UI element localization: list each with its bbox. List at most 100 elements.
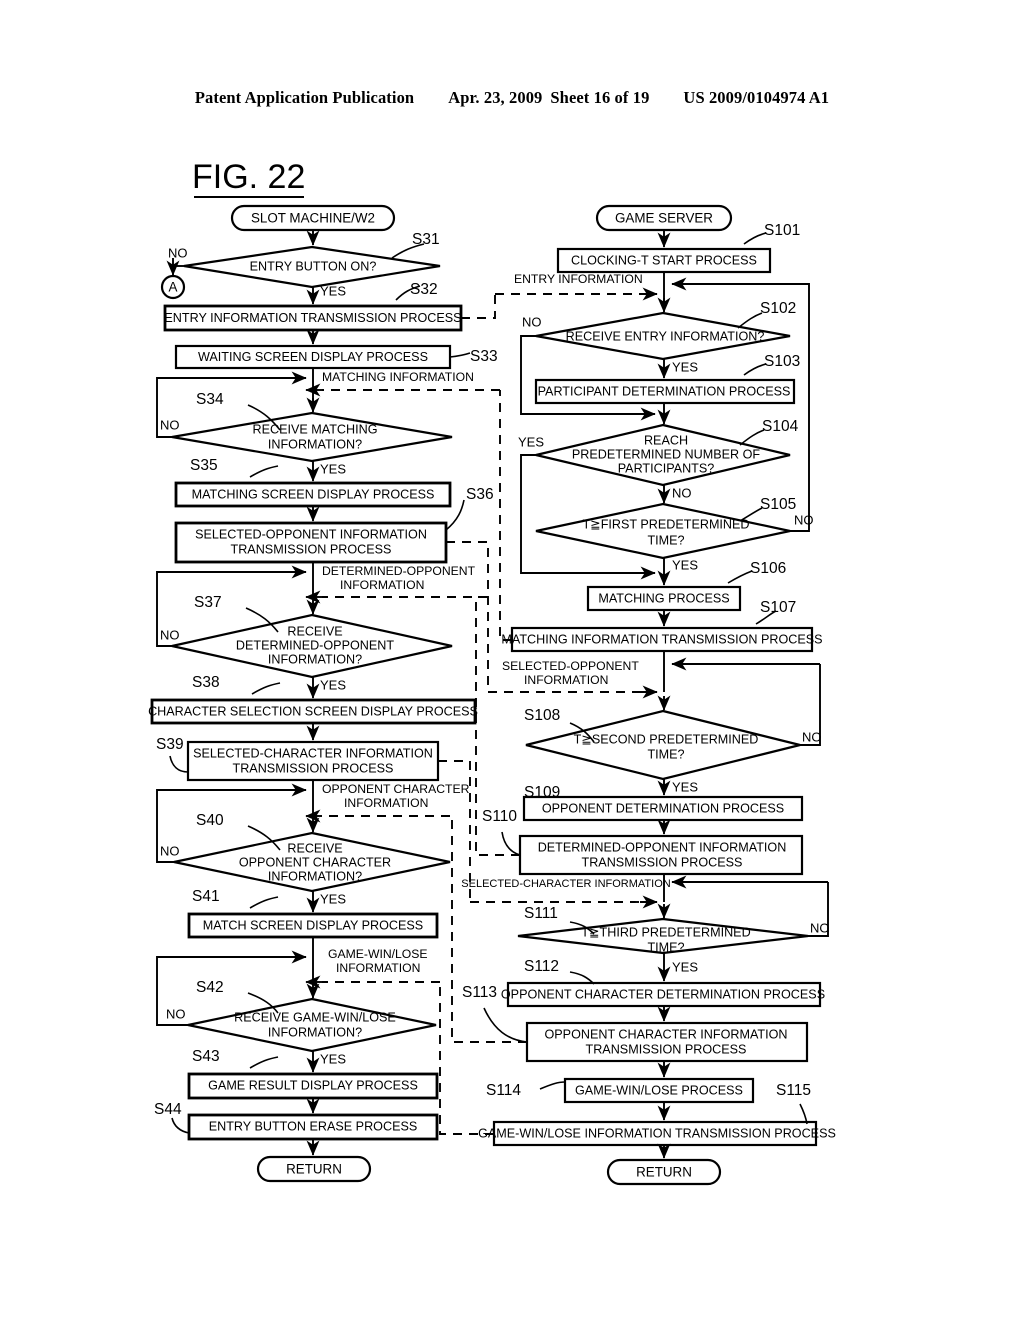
decision-s37-no-label: NO [160,627,180,642]
decision-s37-label-l1: RECEIVE [287,624,342,638]
step-id-s111: S111 [524,905,558,922]
process-s43-label: GAME RESULT DISPLAY PROCESS [208,1078,418,1092]
step-id-s36: S36 [466,486,494,503]
decision-s104-yes-label: YES [518,434,544,449]
step-id-s106: S106 [750,560,786,577]
left-return-label: RETURN [286,1162,342,1177]
step-id-s103: S103 [764,353,800,370]
decision-s31-no-label: NO [168,245,188,260]
dashed-opponent-character-information [450,815,527,1043]
decision-s37-yes-label: YES [320,677,346,692]
process-s39-label-l1: SELECTED-CHARACTER INFORMATION [193,746,433,760]
process-s106-label: MATCHING PROCESS [598,591,729,605]
decision-s104-label-l1: REACH [644,433,688,447]
decision-s40-no-label: NO [160,843,180,858]
process-s32-label: ENTRY INFORMATION TRANSMISSION PROCESS [164,311,461,325]
step-id-s42: S42 [196,979,224,996]
decision-s40-yes-label: YES [320,891,346,906]
step-id-s105: S105 [760,496,796,513]
step-id-s109: S109 [524,784,560,801]
signal-opponent-character-l1: OPPONENT CHARACTER [322,782,470,796]
signal-selected-character: SELECTED-CHARACTER INFORMATION [461,878,670,890]
decision-s102-label: RECEIVE ENTRY INFORMATION? [566,329,765,343]
process-s112-label: OPPONENT CHARACTER DETERMINATION PROCESS [501,987,825,1001]
step-id-s101: S101 [764,222,800,239]
step-id-s38: S38 [192,674,220,691]
dashed-entry-information [461,294,496,319]
process-s35-label: MATCHING SCREEN DISPLAY PROCESS [192,487,435,501]
step-id-s39: S39 [156,736,184,753]
dashed-matching-information [499,390,512,641]
process-s36-label-l2: TRANSMISSION PROCESS [231,542,392,556]
process-s114-label: GAME-WIN/LOSE PROCESS [575,1083,743,1097]
decision-s102-yes-label: YES [672,359,698,374]
process-s33-label: WAITING SCREEN DISPLAY PROCESS [198,350,428,364]
step-id-s34: S34 [196,391,224,408]
step-id-s113: S113 [462,984,497,1001]
signal-matching-information: MATCHING INFORMATION [322,370,474,384]
step-id-s114: S114 [486,1082,521,1099]
step-id-s115: S115 [776,1082,811,1099]
decision-s108-label-l2: TIME? [647,747,684,761]
decision-s102-no-label: NO [522,314,542,329]
left-title-label: SLOT MACHINE/W2 [251,211,375,226]
step-id-s107: S107 [760,599,796,616]
connector-a-label: A [169,280,178,295]
decision-s42-no-label: NO [166,1006,186,1021]
decision-s104-no-label: NO [672,485,692,500]
decision-s111-label-l1: T≧THIRD PREDETERMINED [581,925,750,939]
process-s110-label-l2: TRANSMISSION PROCESS [582,855,743,869]
decision-s111-label-l2: TIME? [647,940,684,954]
signal-selected-opponent-l1: SELECTED-OPPONENT [502,659,639,673]
decision-s34-no-label: NO [160,417,180,432]
decision-s37-label-l3: INFORMATION? [268,652,362,666]
process-s41-label: MATCH SCREEN DISPLAY PROCESS [203,918,423,932]
decision-s34-label-l1: RECEIVE MATCHING [252,422,377,436]
step-id-s104: S104 [762,418,799,435]
decision-s42-label-l2: INFORMATION? [268,1025,362,1039]
decision-s111-no-label: NO [810,920,830,935]
step-id-s35: S35 [190,457,218,474]
step-id-s102: S102 [760,300,796,317]
decision-s34-label-l2: INFORMATION? [268,437,362,451]
step-id-s31: S31 [412,231,440,248]
process-s38-label: CHARACTER SELECTION SCREEN DISPLAY PROCE… [148,704,478,718]
process-s39-label-l2: TRANSMISSION PROCESS [233,761,394,775]
decision-s104-label-l3: PARTICIPANTS? [618,461,715,475]
decision-s40-label-l1: RECEIVE [287,841,342,855]
process-s44-label: ENTRY BUTTON ERASE PROCESS [209,1119,418,1133]
decision-s105-yes-label: YES [672,557,698,572]
decision-s111-yes-label: YES [672,959,698,974]
right-return-label: RETURN [636,1165,692,1180]
decision-s104-label-l2: PREDETERMINED NUMBER OF [572,447,761,461]
signal-determined-opponent-l2: INFORMATION [340,578,424,592]
right-title-label: GAME SERVER [615,211,713,226]
decision-s108-label-l1: T≧SECOND PREDETERMINED [574,732,759,746]
process-s103-label: PARTICIPANT DETERMINATION PROCESS [538,384,791,398]
step-id-s112: S112 [524,958,559,975]
signal-determined-opponent-l1: DETERMINED-OPPONENT [322,564,476,578]
decision-s31-label: ENTRY BUTTON ON? [250,259,377,273]
decision-s105-label-l2: TIME? [647,533,684,547]
process-s107-label: MATCHING INFORMATION TRANSMISSION PROCES… [501,632,822,646]
step-id-s44: S44 [154,1101,182,1118]
step-id-s33: S33 [470,348,498,365]
step-id-s40: S40 [196,812,224,829]
decision-s40-label-l3: INFORMATION? [268,869,362,883]
decision-s40-label-l2: OPPONENT CHARACTER [239,855,391,869]
signal-selected-opponent-l2: INFORMATION [524,673,608,687]
step-id-s37: S37 [194,594,222,611]
decision-s108-yes-label: YES [672,779,698,794]
process-s109-label: OPPONENT DETERMINATION PROCESS [542,801,784,815]
signal-game-win-lose-l1: GAME-WIN/LOSE [328,947,428,961]
decision-s31-yes-label: YES [320,283,346,298]
process-s115-label: GAME-WIN/LOSE INFORMATION TRANSMISSION P… [478,1126,836,1140]
signal-entry-information: ENTRY INFORMATION [514,272,643,286]
signal-opponent-character-l2: INFORMATION [344,796,428,810]
process-s101-label: CLOCKING-T START PROCESS [571,253,757,267]
dashed-game-win-lose-information [439,982,494,1135]
decision-s105-label-l1: T≧FIRST PREDETERMINED [582,517,749,531]
step-id-s43: S43 [192,1048,220,1065]
decision-s34-yes-label: YES [320,461,346,476]
decision-s105-no-label: NO [794,512,814,527]
